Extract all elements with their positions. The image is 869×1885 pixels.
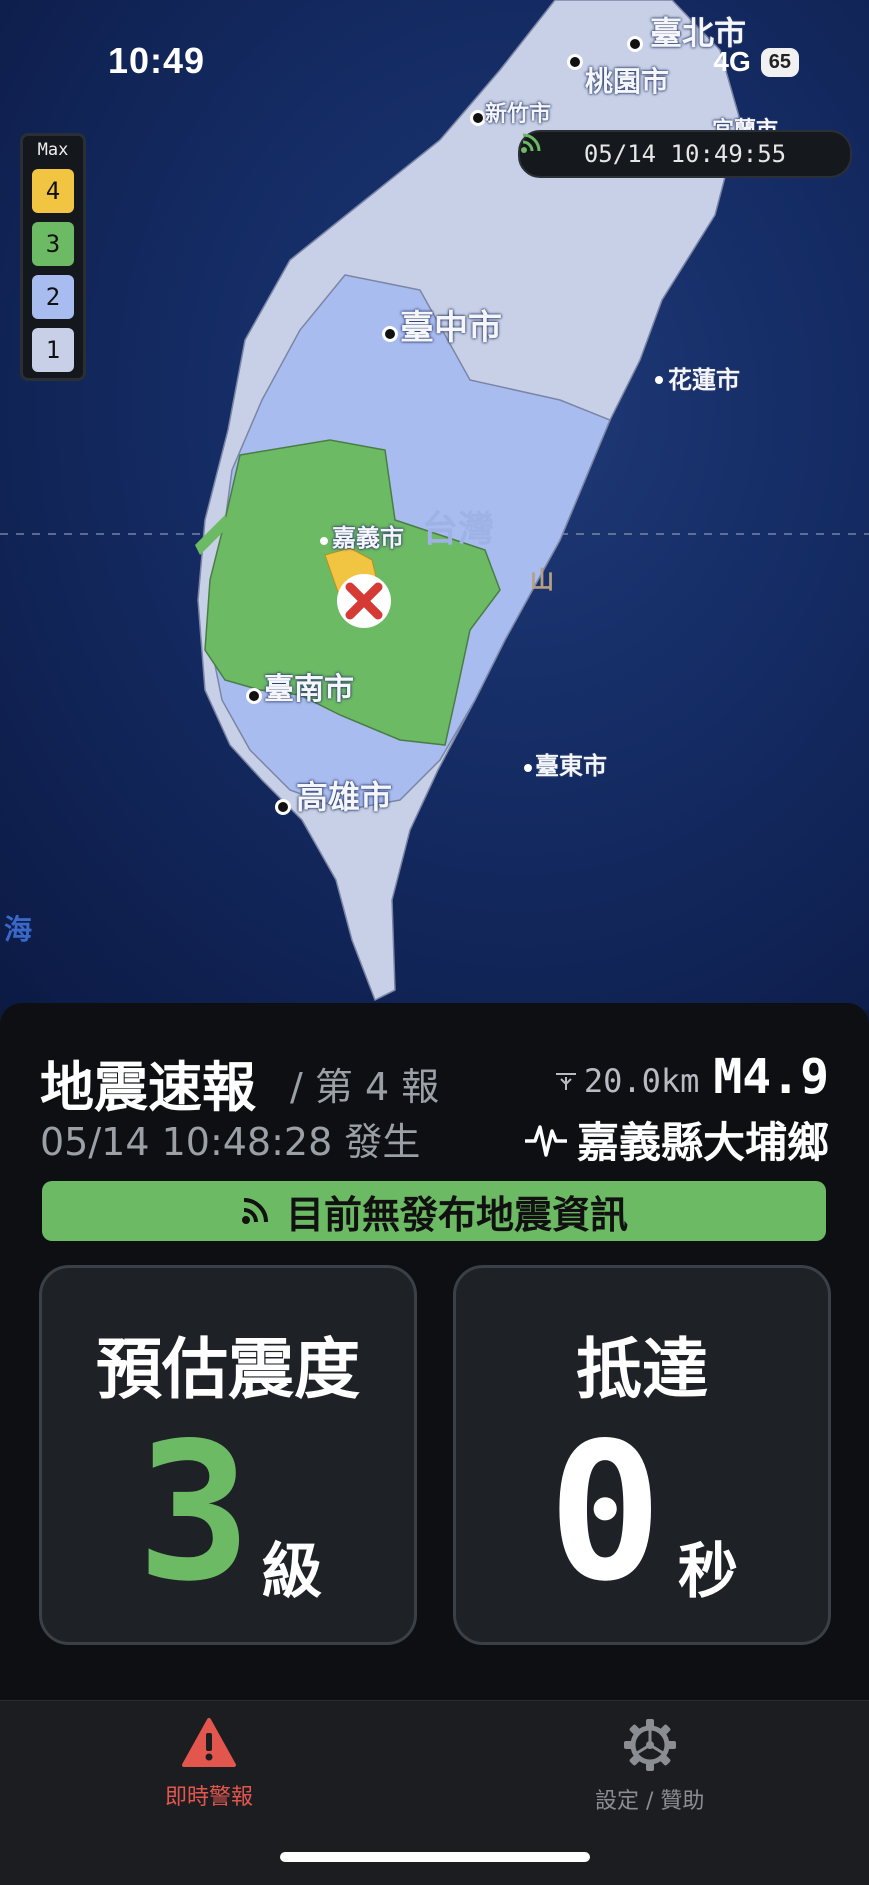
gear-icon — [623, 1719, 676, 1771]
signal-icon — [241, 1198, 268, 1224]
tab-label: 即時警報 — [165, 1785, 254, 1810]
home-indicator[interactable] — [280, 1852, 590, 1862]
epicenter-location: 嘉義縣大埔鄉 — [523, 1109, 829, 1170]
alert-status-banner: 目前無發布地震資訊 — [42, 1181, 826, 1241]
signal-icon — [521, 133, 541, 153]
city-label-kaohsiung: 高雄市 — [296, 778, 393, 816]
city-label-taoyuan: 桃園市 — [585, 65, 670, 98]
arrival-value: 0 — [548, 1402, 663, 1623]
map-label-mountains: 山 — [530, 566, 554, 594]
status-time: 10:49 — [108, 40, 206, 81]
network-type: 4G — [713, 46, 751, 77]
arrival-title: 抵達 — [576, 1331, 708, 1408]
legend-item-4: 4 — [32, 169, 74, 213]
map-label-taiwan: 台灣 — [422, 509, 495, 550]
tab-settings-sponsor[interactable]: 設定 / 贊助 — [595, 1717, 704, 1815]
depth-magnitude: 20.0km M4.9 — [554, 1049, 829, 1105]
city-label-hualien: 花蓮市 — [668, 366, 740, 394]
city-label-taitung: 臺東市 — [535, 752, 607, 780]
city-dot — [382, 326, 398, 342]
intensity-title: 預估震度 — [96, 1331, 360, 1408]
intensity-legend: Max 4 3 2 1 — [20, 133, 86, 381]
banner-text: 目前無發布地震資訊 — [285, 1192, 628, 1237]
estimated-intensity-card: 預估震度 3 級 — [39, 1265, 417, 1645]
report-number: / 第 4 報 — [290, 1065, 440, 1109]
intensity-value: 3 — [137, 1402, 252, 1623]
city-label-taichung: 臺中市 — [400, 308, 502, 348]
city-label-hsinchu: 新竹市 — [485, 102, 552, 127]
depth-icon — [555, 1073, 576, 1090]
status-indicators: 4G 65 — [713, 46, 799, 78]
legend-item-2: 2 — [32, 275, 74, 319]
city-dot — [275, 799, 291, 815]
depth-value: 20.0km — [583, 1062, 700, 1100]
legend-title: Max — [37, 140, 69, 160]
warning-icon — [182, 1718, 236, 1767]
magnitude-value: M4.9 — [713, 1049, 829, 1105]
earthquake-map[interactable]: 臺北市 桃園市 新竹市 宜蘭市 臺中市 花蓮市 嘉義市 臺南市 高雄市 臺東市 … — [0, 0, 869, 1010]
tab-label: 設定 / 贊助 — [595, 1789, 705, 1814]
epicenter-marker — [337, 574, 391, 628]
map-timestamp: 05/14 10:49:55 — [583, 140, 787, 168]
intensity-unit: 級 — [262, 1537, 322, 1607]
city-dot — [524, 764, 532, 772]
depth-display: 20.0km — [554, 1062, 700, 1100]
city-dot — [320, 537, 328, 545]
location-name: 嘉義縣大埔鄉 — [576, 1118, 829, 1167]
arrival-countdown-card: 抵達 0 秒 — [453, 1265, 831, 1645]
city-dot — [246, 688, 262, 704]
battery-indicator: 65 — [760, 47, 799, 77]
city-dot — [655, 376, 663, 384]
city-label-chiayi: 嘉義市 — [332, 524, 404, 552]
city-label-tainan: 臺南市 — [264, 672, 354, 707]
report-panel: 地震速報 / 第 4 報 05/14 10:48:28 發生 20.0km M4… — [0, 1003, 869, 1703]
city-dot — [627, 36, 643, 52]
map-timestamp-pill: 05/14 10:49:55 — [518, 130, 852, 178]
seismic-wave-icon — [524, 1124, 567, 1157]
arrival-unit: 秒 — [678, 1537, 738, 1607]
city-dot — [470, 110, 486, 126]
legend-item-1: 1 — [32, 328, 74, 372]
city-dot — [567, 54, 583, 70]
map-label-sea: 海 — [4, 913, 33, 946]
occurred-time: 05/14 10:48:28 發生 — [40, 1120, 421, 1164]
legend-item-3: 3 — [32, 222, 74, 266]
tab-realtime-alert[interactable]: 即時警報 — [165, 1717, 253, 1811]
